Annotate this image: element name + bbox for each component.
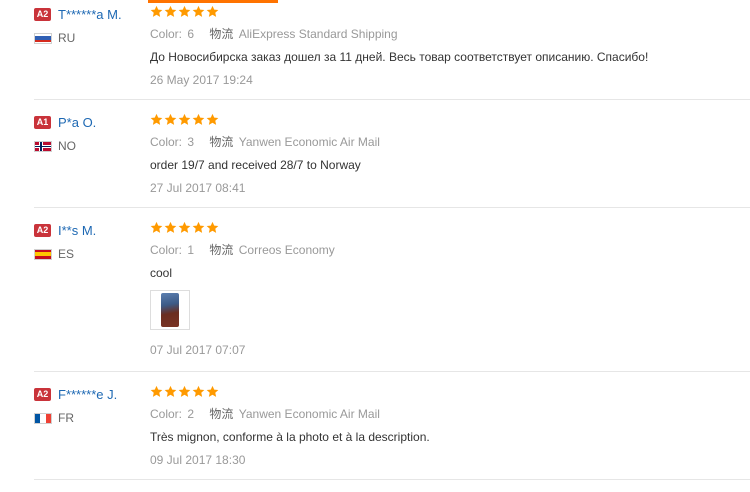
country-code: ES: [58, 247, 75, 261]
review-user: A2 F******e J. FR: [34, 386, 117, 425]
star-icon: [178, 385, 191, 398]
review-meta: Color: 6 物流 AliExpress Standard Shipping: [150, 27, 648, 41]
review-text: order 19/7 and received 28/7 to Norway: [150, 158, 361, 172]
country-code: FR: [58, 411, 74, 425]
review-user: A2 I**s M. ES: [34, 222, 96, 261]
shipping-label: 物流: [209, 27, 234, 41]
rating-stars: [150, 385, 430, 400]
shipping-value: Yanwen Economic Air Mail: [238, 135, 380, 149]
review-date: 07 Jul 2017 07:07: [150, 343, 246, 357]
shipping-label: 物流: [209, 135, 234, 149]
country-code: NO: [58, 139, 76, 153]
star-icon: [192, 221, 205, 234]
level-badge: A1: [34, 115, 51, 129]
flag-no-icon: [34, 140, 52, 152]
review-date: 09 Jul 2017 18:30: [150, 453, 246, 467]
color-label: Color:: [150, 27, 183, 41]
rating-stars: [150, 113, 380, 128]
rating-stars: [150, 221, 335, 236]
star-icon: [150, 5, 163, 18]
review-date: 27 Jul 2017 08:41: [150, 181, 246, 195]
review-text: До Новосибирска заказ дошел за 11 дней. …: [150, 50, 649, 64]
review-divider: [34, 371, 750, 372]
star-icon: [164, 113, 177, 126]
username-link[interactable]: P*a O.: [58, 115, 96, 130]
star-icon: [192, 113, 205, 126]
country-code: RU: [58, 31, 76, 45]
shipping-label: 物流: [209, 243, 234, 257]
star-icon: [164, 5, 177, 18]
shipping-value: Yanwen Economic Air Mail: [238, 407, 380, 421]
shipping-label: 物流: [209, 407, 234, 421]
review-content: Color: 1 物流 Correos Economy cool 07 Jul …: [150, 221, 335, 357]
review-content: Color: 2 物流 Yanwen Economic Air Mail Trè…: [150, 385, 430, 467]
username-link[interactable]: I**s M.: [58, 223, 96, 238]
review-photo-thumbnail[interactable]: [150, 290, 190, 330]
star-icon: [192, 5, 205, 18]
top-accent-bar: [148, 0, 278, 3]
flag-fr-icon: [34, 412, 52, 424]
review-meta: Color: 2 物流 Yanwen Economic Air Mail: [150, 407, 430, 421]
review-content: Color: 3 物流 Yanwen Economic Air Mail ord…: [150, 113, 380, 195]
username-link[interactable]: T******a M.: [58, 7, 122, 22]
username-link[interactable]: F******e J.: [58, 387, 117, 402]
star-icon: [178, 221, 191, 234]
star-icon: [150, 113, 163, 126]
photo-image: [161, 293, 179, 327]
color-label: Color:: [150, 243, 183, 257]
star-icon: [206, 113, 219, 126]
review-user: A1 P*a O. NO: [34, 114, 96, 153]
shipping-value: Correos Economy: [238, 243, 335, 257]
star-icon: [150, 385, 163, 398]
level-badge: A2: [34, 387, 51, 401]
level-badge: A2: [34, 7, 51, 21]
star-icon: [178, 113, 191, 126]
flag-es-icon: [34, 248, 52, 260]
color-value: 1: [187, 243, 195, 257]
review-text: Très mignon, conforme à la photo et à la…: [150, 430, 430, 444]
star-icon: [206, 5, 219, 18]
review-user: A2 T******a M. RU: [34, 6, 122, 45]
review-divider: [34, 479, 750, 480]
review-text: cool: [150, 266, 173, 280]
star-icon: [206, 221, 219, 234]
color-label: Color:: [150, 407, 183, 421]
color-label: Color:: [150, 135, 183, 149]
review-date: 26 May 2017 19:24: [150, 73, 253, 87]
flag-ru-icon: [34, 32, 52, 44]
star-icon: [164, 385, 177, 398]
review-meta: Color: 3 物流 Yanwen Economic Air Mail: [150, 135, 380, 149]
star-icon: [178, 5, 191, 18]
color-value: 3: [187, 135, 195, 149]
color-value: 6: [187, 27, 195, 41]
review-content: Color: 6 物流 AliExpress Standard Shipping…: [150, 5, 648, 87]
review-meta: Color: 1 物流 Correos Economy: [150, 243, 335, 257]
star-icon: [192, 385, 205, 398]
star-icon: [164, 221, 177, 234]
level-badge: A2: [34, 223, 51, 237]
star-icon: [206, 385, 219, 398]
shipping-value: AliExpress Standard Shipping: [238, 27, 398, 41]
rating-stars: [150, 5, 648, 20]
review-divider: [34, 99, 750, 100]
review-divider: [34, 207, 750, 208]
star-icon: [150, 221, 163, 234]
color-value: 2: [187, 407, 195, 421]
